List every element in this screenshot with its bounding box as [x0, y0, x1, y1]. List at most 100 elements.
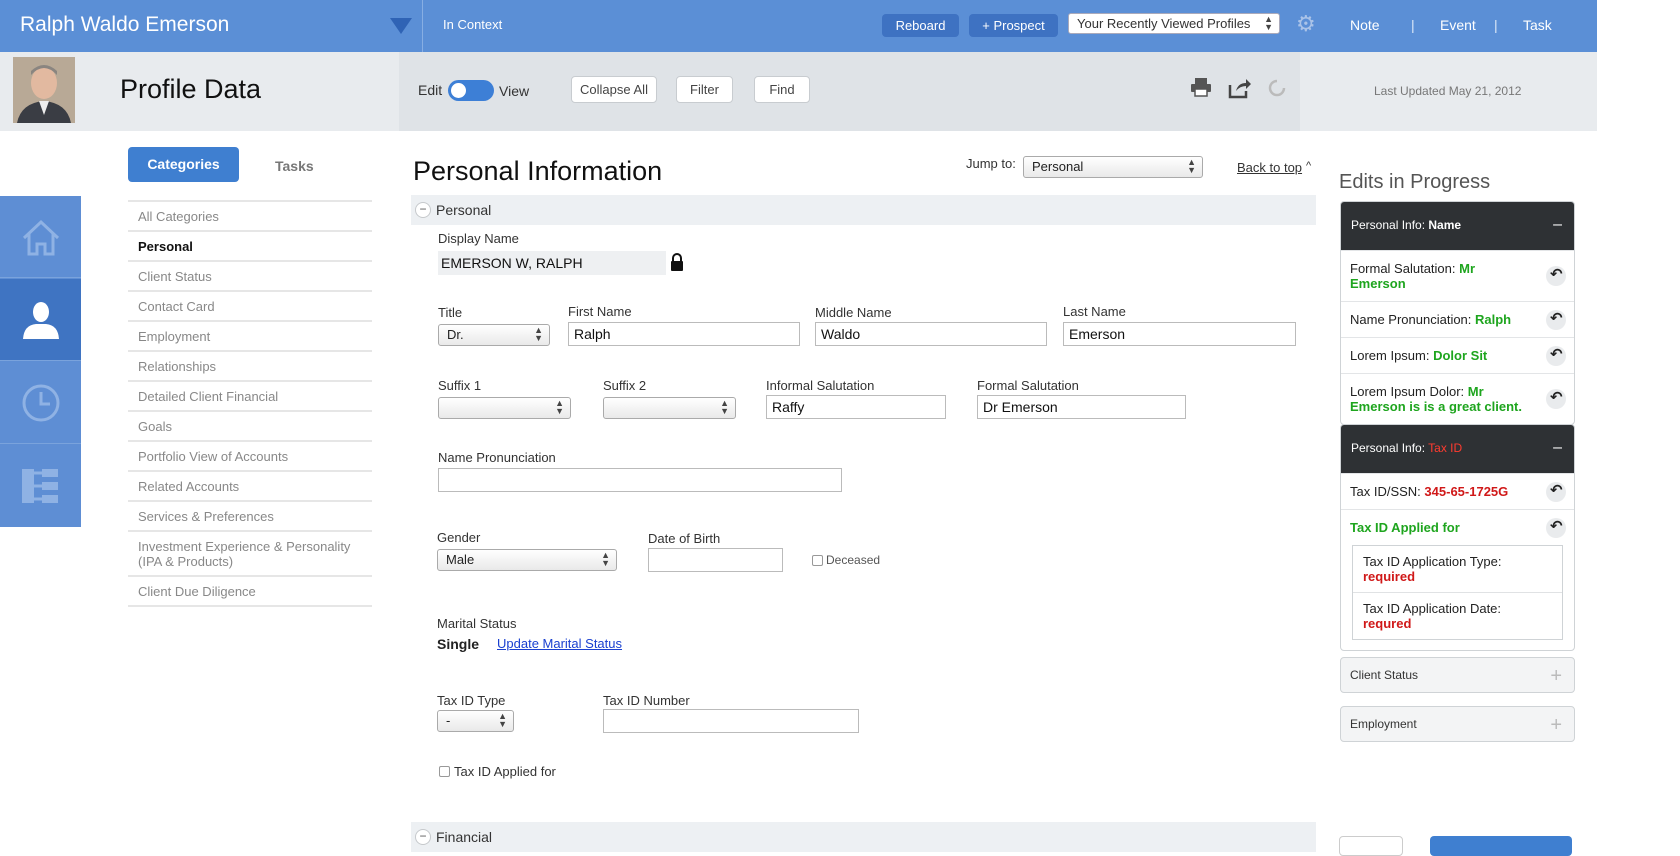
undo-icon[interactable]: [1546, 309, 1566, 330]
share-icon[interactable]: [1228, 77, 1252, 105]
undo-icon[interactable]: [1546, 517, 1566, 538]
note-link[interactable]: Note: [1350, 17, 1380, 33]
category-personal[interactable]: Personal: [128, 230, 372, 260]
marital-status-value: Single: [437, 636, 480, 652]
category-client-status[interactable]: Client Status: [128, 260, 372, 290]
title-value: Dr.: [447, 327, 464, 342]
section-personal-header[interactable]: − Personal: [411, 195, 1316, 225]
collapse-icon[interactable]: –: [1553, 216, 1562, 234]
tax-id-number-input[interactable]: [603, 709, 859, 733]
find-button[interactable]: Find: [754, 76, 810, 103]
category-investment-experience[interactable]: Investment Experience & Personality (IPA…: [128, 530, 372, 575]
edit-group-prefix: Personal Info:: [1351, 218, 1429, 232]
task-link[interactable]: Task: [1523, 17, 1552, 33]
expand-icon[interactable]: +: [1550, 714, 1562, 737]
back-to-top-link[interactable]: Back to top: [1237, 160, 1302, 175]
select-arrows-icon: ▲ ▼: [720, 398, 729, 416]
edit-row-label: Formal Salutation:: [1350, 261, 1460, 276]
collapse-icon[interactable]: –: [1553, 439, 1562, 457]
title-select[interactable]: Dr. ▲ ▼: [438, 324, 550, 346]
category-contact-card[interactable]: Contact Card: [128, 290, 372, 320]
category-goals[interactable]: Goals: [128, 410, 372, 440]
rail-hierarchy[interactable]: [0, 445, 81, 527]
lock-icon: [671, 253, 683, 271]
category-all[interactable]: All Categories: [128, 200, 372, 230]
undo-icon[interactable]: [1546, 266, 1566, 286]
filter-button[interactable]: Filter: [676, 76, 733, 103]
edit-row-label: Lorem Ipsum Dolor:: [1350, 384, 1468, 399]
tax-id-applied-checkbox[interactable]: [439, 766, 450, 777]
suffix2-select[interactable]: ▲ ▼: [603, 397, 736, 419]
first-name-input[interactable]: Ralph: [568, 322, 800, 346]
dob-input[interactable]: [648, 548, 783, 572]
suffix1-select[interactable]: ▲ ▼: [438, 397, 571, 419]
collapse-icon[interactable]: −: [415, 202, 431, 218]
toggle-knob: [451, 83, 466, 98]
person-icon: [23, 302, 59, 339]
edit-row: Tax ID/SSN: 345-65-1725G: [1341, 473, 1574, 509]
edit-group-tax-id-header[interactable]: Personal Info: Tax ID –: [1341, 425, 1574, 473]
jump-to-select[interactable]: Personal ▲ ▼: [1023, 156, 1203, 178]
refresh-icon[interactable]: [1266, 77, 1288, 105]
update-marital-status-link[interactable]: Update Marital Status: [497, 636, 622, 651]
page-title: Profile Data: [120, 74, 262, 104]
sub-row-value: requred: [1363, 616, 1412, 631]
category-employment[interactable]: Employment: [128, 320, 372, 350]
select-arrows-icon: ▲ ▼: [555, 398, 564, 416]
undo-icon[interactable]: [1546, 481, 1566, 502]
tab-tasks[interactable]: Tasks: [275, 158, 314, 174]
formal-salutation-input[interactable]: Dr Emerson: [977, 395, 1186, 419]
recent-profiles-select[interactable]: Your Recently Viewed Profiles ▲ ▼: [1068, 13, 1280, 34]
tax-id-type-select[interactable]: - ▲ ▼: [437, 710, 514, 732]
collapse-all-button[interactable]: Collapse All: [571, 76, 657, 103]
edits-in-progress-title: Edits in Progress: [1339, 171, 1491, 193]
name-pronunciation-input[interactable]: [438, 468, 842, 492]
edit-group-employment[interactable]: Employment +: [1340, 706, 1575, 742]
icon-rail: [0, 196, 81, 527]
prospect-button[interactable]: + Prospect: [969, 14, 1058, 37]
client-dropdown-icon[interactable]: [390, 18, 412, 34]
category-services-preferences[interactable]: Services & Preferences: [128, 500, 372, 530]
tab-categories[interactable]: Categories: [128, 147, 239, 182]
event-link[interactable]: Event: [1440, 17, 1476, 33]
sub-row: Tax ID Application Type: required: [1353, 546, 1562, 592]
category-portfolio-view[interactable]: Portfolio View of Accounts: [128, 440, 372, 470]
last-updated: Last Updated May 21, 2012: [1374, 84, 1522, 98]
informal-salutation-input[interactable]: Raffy: [766, 395, 946, 419]
edit-view-toggle[interactable]: [448, 80, 494, 101]
name-pronunciation-label: Name Pronunciation: [438, 450, 556, 465]
in-context-link[interactable]: In Context: [443, 17, 502, 32]
undo-icon[interactable]: [1546, 389, 1566, 409]
edit-group-name-header[interactable]: Personal Info: Name –: [1341, 202, 1574, 250]
clock-icon: [22, 384, 60, 422]
print-icon[interactable]: [1190, 77, 1212, 103]
primary-action-button[interactable]: [1430, 836, 1572, 856]
category-related-accounts[interactable]: Related Accounts: [128, 470, 372, 500]
tax-id-application-details: Tax ID Application Type: required Tax ID…: [1352, 545, 1563, 640]
category-client-due-diligence[interactable]: Client Due Diligence: [128, 575, 372, 607]
section-financial-header[interactable]: − Financial: [411, 822, 1316, 852]
secondary-action-button[interactable]: [1339, 836, 1403, 856]
category-relationships[interactable]: Relationships: [128, 350, 372, 380]
collapse-icon[interactable]: −: [415, 829, 431, 845]
expand-icon[interactable]: +: [1550, 665, 1562, 688]
section-personal-label: Personal: [436, 202, 492, 218]
reboard-button[interactable]: Reboard: [882, 14, 959, 37]
middle-name-input[interactable]: Waldo: [815, 322, 1047, 346]
category-list: All Categories Personal Client Status Co…: [128, 200, 372, 607]
category-detailed-client-financial[interactable]: Detailed Client Financial: [128, 380, 372, 410]
gender-label: Gender: [437, 530, 481, 545]
gear-icon[interactable]: ⚙: [1296, 13, 1318, 35]
rail-profile[interactable]: [0, 279, 81, 361]
rail-history[interactable]: [0, 362, 81, 444]
last-name-input[interactable]: Emerson: [1063, 322, 1296, 346]
edit-group-client-status[interactable]: Client Status +: [1340, 657, 1575, 693]
edit-row-label: Tax ID/SSN:: [1350, 484, 1425, 499]
deceased-checkbox[interactable]: [812, 555, 823, 566]
top-bar-divider: [422, 0, 423, 52]
rail-home[interactable]: [0, 196, 81, 278]
gender-select[interactable]: Male ▲ ▼: [437, 549, 617, 571]
undo-icon[interactable]: [1546, 345, 1566, 366]
edit-label: Edit: [418, 82, 443, 98]
tax-id-type-value: -: [446, 713, 451, 728]
